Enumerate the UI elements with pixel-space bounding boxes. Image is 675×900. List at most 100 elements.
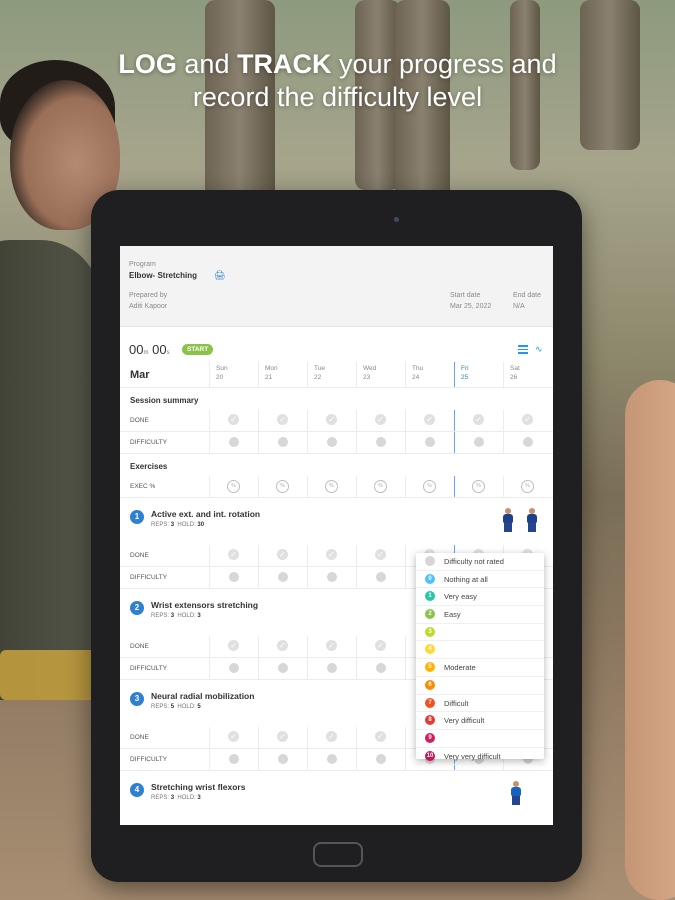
day-cell[interactable]: [356, 658, 406, 679]
chart-view-icon[interactable]: ∿: [535, 344, 543, 355]
exec-row: EXEC % %%%%%%%: [120, 476, 553, 498]
day-cell[interactable]: [258, 658, 308, 679]
day-cell[interactable]: [307, 658, 357, 679]
difficulty-option[interactable]: Difficulty not rated: [416, 553, 544, 571]
difficulty-dot: [278, 754, 288, 764]
progress-ring-icon: %: [423, 480, 436, 493]
difficulty-badge: 10: [425, 750, 435, 761]
end-date-label: End date: [513, 292, 542, 299]
day-cell[interactable]: [209, 567, 259, 588]
day-cell[interactable]: [356, 432, 406, 453]
day-cell[interactable]: ✓: [258, 636, 308, 657]
day-cell[interactable]: ✓: [356, 727, 406, 748]
prepared-by-value: Aditi Kapoor: [129, 303, 168, 310]
day-cell[interactable]: [209, 432, 259, 453]
day-cell[interactable]: %: [209, 476, 259, 497]
day-cell[interactable]: ✓: [454, 410, 504, 431]
day-cell[interactable]: ✓: [307, 410, 357, 431]
difficulty-dot: [376, 437, 386, 447]
day-cell[interactable]: %: [258, 476, 308, 497]
day-cell[interactable]: ✓: [307, 545, 357, 566]
difficulty-option[interactable]: 4: [416, 641, 544, 660]
day-cell[interactable]: ✓: [258, 410, 308, 431]
difficulty-dot: [229, 437, 239, 447]
check-icon: ✓: [326, 731, 337, 742]
day-cell[interactable]: [356, 567, 406, 588]
day-cell[interactable]: ✓: [258, 727, 308, 748]
day-thu[interactable]: Thu 24: [405, 362, 455, 387]
day-cell[interactable]: ✓: [209, 727, 259, 748]
day-cell[interactable]: %: [454, 476, 504, 497]
difficulty-badge: 5: [425, 662, 435, 673]
day-sat[interactable]: Sat 26: [503, 362, 553, 387]
day-cell[interactable]: ✓: [209, 545, 259, 566]
row-label: DONE: [130, 643, 149, 650]
difficulty-label: Moderate: [444, 663, 476, 673]
day-cell[interactable]: ✓: [405, 410, 455, 431]
difficulty-dropdown: Difficulty not rated 0 Nothing at all 1 Very…: [416, 553, 544, 766]
progress-ring-icon: %: [374, 480, 387, 493]
calendar-header: Mar Sun 20 Mon 21 Tue 22 Wed 23 Thu 24 Fri 25 …: [120, 362, 553, 388]
day-cell[interactable]: %: [356, 476, 406, 497]
day-fri[interactable]: Fri 25: [454, 362, 504, 387]
day-cell[interactable]: %: [503, 476, 553, 497]
day-cell[interactable]: [209, 658, 259, 679]
day-cell[interactable]: ✓: [209, 410, 259, 431]
day-sun[interactable]: Sun 20: [209, 362, 259, 387]
day-cell[interactable]: ✓: [356, 636, 406, 657]
day-cell[interactable]: [307, 567, 357, 588]
day-cell[interactable]: %: [405, 476, 455, 497]
exercise-params: REPS: 3 HOLD: 30: [151, 522, 205, 528]
print-icon[interactable]: 🖨: [214, 270, 225, 281]
exercise-number: 3: [130, 692, 144, 706]
day-cell[interactable]: ✓: [307, 636, 357, 657]
day-cell[interactable]: [405, 432, 455, 453]
day-cell[interactable]: [307, 749, 357, 770]
home-button[interactable]: [313, 842, 363, 867]
difficulty-label: Difficulty not rated: [444, 557, 504, 566]
difficulty-badge: 9: [425, 732, 435, 743]
check-icon: ✓: [375, 414, 386, 425]
day-cell[interactable]: ✓: [356, 410, 406, 431]
day-cell[interactable]: [356, 749, 406, 770]
day-cell[interactable]: ✓: [258, 545, 308, 566]
difficulty-option[interactable]: 10 Very very difficult: [416, 748, 544, 766]
day-cell[interactable]: [258, 567, 308, 588]
day-wed[interactable]: Wed 23: [356, 362, 406, 387]
day-cell[interactable]: ✓: [307, 727, 357, 748]
difficulty-option[interactable]: 5 Moderate: [416, 659, 544, 677]
difficulty-option[interactable]: 2 Easy: [416, 606, 544, 624]
difficulty-dot: [327, 663, 337, 673]
exercise-item[interactable]: 1 Active ext. and int. rotation REPS: 3 …: [120, 498, 553, 545]
day-cell[interactable]: [307, 432, 357, 453]
difficulty-option[interactable]: 6: [416, 677, 544, 695]
progress-ring-icon: %: [325, 480, 338, 493]
day-cell[interactable]: ✓: [356, 545, 406, 566]
day-cell[interactable]: %: [307, 476, 357, 497]
day-cell[interactable]: ✓: [209, 636, 259, 657]
day-cell[interactable]: ✓: [503, 410, 553, 431]
day-tue[interactable]: Tue 22: [307, 362, 357, 387]
day-cell[interactable]: [209, 749, 259, 770]
camera: [394, 217, 399, 222]
difficulty-option[interactable]: 1 Very easy: [416, 588, 544, 607]
progress-ring-icon: %: [521, 480, 534, 493]
day-cell[interactable]: [503, 432, 553, 453]
difficulty-option[interactable]: 9: [416, 730, 544, 748]
difficulty-dot: [229, 572, 239, 582]
day-cell[interactable]: [258, 749, 308, 770]
difficulty-option[interactable]: 8 Very difficult: [416, 712, 544, 730]
check-icon: ✓: [326, 640, 337, 651]
exercises-heading: Exercises: [130, 462, 168, 471]
day-cell[interactable]: [258, 432, 308, 453]
difficulty-option[interactable]: 7 Difficult: [416, 695, 544, 713]
list-view-icon[interactable]: [518, 345, 528, 354]
start-button[interactable]: START: [182, 344, 214, 355]
day-cell[interactable]: [454, 432, 504, 453]
difficulty-badge: 4: [425, 644, 435, 655]
app-screen: Program Elbow- Stretching 🖨 Prepared by …: [120, 246, 553, 825]
difficulty-option[interactable]: 0 Nothing at all: [416, 571, 544, 589]
exercise-item[interactable]: 4 Stretching wrist flexors REPS: 3 HOLD:…: [120, 771, 553, 818]
difficulty-option[interactable]: 3: [416, 624, 544, 642]
day-mon[interactable]: Mon 21: [258, 362, 308, 387]
